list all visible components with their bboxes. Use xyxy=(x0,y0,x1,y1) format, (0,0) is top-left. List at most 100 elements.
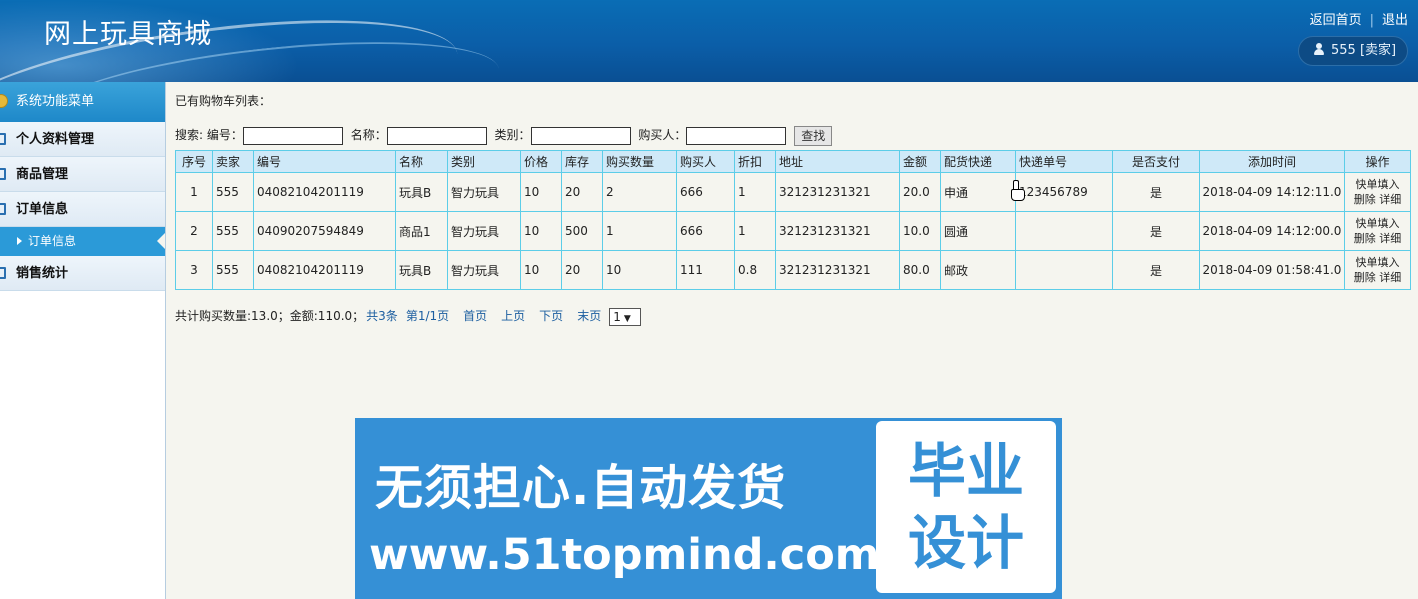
col-header: 配货快递 xyxy=(940,150,1016,173)
top-links: 返回首页 | 退出 xyxy=(1310,9,1408,28)
fill-tracking-link[interactable]: 快单填入 xyxy=(1356,217,1400,230)
sidebar-subitem-label: 订单信息 xyxy=(28,234,77,248)
table-cell: 555 xyxy=(212,172,254,212)
list-title: 已有购物车列表： xyxy=(175,94,272,108)
table-cell: 666 xyxy=(676,172,735,212)
last-page-link[interactable]: 末页 xyxy=(577,309,601,323)
table-cell: 申通 xyxy=(940,172,1016,212)
menu-icon xyxy=(0,94,8,108)
sidebar-item-label: 个人资料管理 xyxy=(16,132,95,147)
next-page-link[interactable]: 下页 xyxy=(539,309,563,323)
table-cell: 04082104201119 xyxy=(253,250,396,290)
active-notch xyxy=(157,233,165,249)
search-name-label: 名称： xyxy=(350,128,387,142)
table-cell: 玩具B xyxy=(395,172,448,212)
total-count: 共3条 xyxy=(366,309,398,323)
table-cell: 555 xyxy=(212,250,254,290)
search-category-input[interactable] xyxy=(530,126,631,145)
table-cell: 智力玩具 xyxy=(447,250,521,290)
document-icon xyxy=(0,203,6,215)
sidebar-item-profile[interactable]: 个人资料管理 xyxy=(0,122,165,157)
sidebar-item-sales-stats[interactable]: 销售统计 xyxy=(0,256,165,291)
table-cell: 10.0 xyxy=(899,211,941,251)
sidebar-item-products[interactable]: 商品管理 xyxy=(0,157,165,192)
detail-link[interactable]: 详细 xyxy=(1379,232,1401,245)
col-header: 编号 xyxy=(253,150,396,173)
col-header: 地址 xyxy=(775,150,900,173)
col-header: 卖家 xyxy=(212,150,254,173)
delete-link[interactable]: 删除 xyxy=(1354,271,1376,284)
home-link[interactable]: 返回首页 xyxy=(1310,13,1362,28)
logout-link[interactable]: 退出 xyxy=(1382,13,1408,28)
search-buyer-label: 购买人： xyxy=(638,128,687,142)
search-buyer-input[interactable] xyxy=(686,126,787,145)
table-cell: 500 xyxy=(561,211,603,251)
first-page-link[interactable]: 首页 xyxy=(463,309,487,323)
table-cell: 20 xyxy=(561,250,603,290)
table-cell: 3 xyxy=(175,250,213,290)
col-header: 名称 xyxy=(395,150,448,173)
cart-table: 序号 卖家 编号 名称 类别 价格 库存 购买数量 购买人 折扣 地址 金额 配… xyxy=(175,150,1411,290)
watermark-banner: 无须担心.自动发货 www.51topmind.com 毕业 设计 xyxy=(355,418,1062,599)
pagination: 共计购买数量:13.0；金额:110.0； 共3条 第1/1页 首页 上页 下页 末页 1 ▼ xyxy=(175,307,642,326)
sidebar-item-orders[interactable]: 订单信息 xyxy=(0,192,165,227)
table-cell: 04090207594849 xyxy=(253,211,396,251)
table-cell: 666 xyxy=(676,211,735,251)
search-name-input[interactable] xyxy=(386,126,487,145)
document-icon xyxy=(0,267,6,279)
search-id-input[interactable] xyxy=(242,126,343,145)
table-cell: 1 xyxy=(734,172,776,212)
table-cell: 04082104201119 xyxy=(253,172,396,212)
table-cell: 是 xyxy=(1112,250,1200,290)
search-category-label: 类别： xyxy=(494,128,531,142)
table-cell: 123456789 xyxy=(1015,172,1113,212)
page-info: 第1/1页 xyxy=(405,309,450,323)
purchase-summary: 共计购买数量:13.0；金额:110.0； xyxy=(175,309,365,323)
col-header: 价格 xyxy=(520,150,562,173)
page-select[interactable]: 1 ▼ xyxy=(609,307,642,326)
user-label: 555 [卖家] xyxy=(1331,43,1397,58)
user-badge[interactable]: 555 [卖家] xyxy=(1298,36,1408,66)
table-row: 1 555 04082104201119 玩具B 智力玩具 10 20 2 66… xyxy=(175,172,1411,212)
table-cell: 商品1 xyxy=(395,211,448,251)
sidebar-item-label: 销售统计 xyxy=(16,266,69,281)
sidebar: 系统功能菜单 个人资料管理 商品管理 订单信息 订单信息 销售统计 xyxy=(0,82,166,599)
table-cell: 10 xyxy=(602,250,677,290)
col-header: 购买人 xyxy=(676,150,735,173)
table-cell: 10 xyxy=(520,211,562,251)
table-cell: 0.8 xyxy=(734,250,776,290)
table-cell: 321231231321 xyxy=(775,250,900,290)
table-cell: 20 xyxy=(561,172,603,212)
table-cell: 321231231321 xyxy=(775,211,900,251)
user-icon xyxy=(1313,43,1325,55)
fill-tracking-link[interactable]: 快单填入 xyxy=(1356,178,1400,191)
badge-line-1: 毕业 xyxy=(907,437,1024,505)
detail-link[interactable]: 详细 xyxy=(1379,271,1401,284)
table-cell: 邮政 xyxy=(940,250,1016,290)
search-id-label: 搜索: 编号： xyxy=(175,128,243,142)
table-cell: 圆通 xyxy=(940,211,1016,251)
delete-link[interactable]: 删除 xyxy=(1354,232,1376,245)
col-header: 库存 xyxy=(561,150,603,173)
document-icon xyxy=(0,133,6,145)
table-cell: 玩具B xyxy=(395,250,448,290)
table-cell xyxy=(1015,250,1113,290)
table-cell: 321231231321 xyxy=(775,172,900,212)
page-select-value: 1 xyxy=(613,309,621,324)
sidebar-heading-label: 系统功能菜单 xyxy=(16,94,95,109)
table-cell: 555 xyxy=(212,211,254,251)
col-header: 快递单号 xyxy=(1015,150,1113,173)
row-actions: 快单填入删除 详细 xyxy=(1344,172,1411,212)
table-cell: 2018-04-09 14:12:11.0 xyxy=(1199,172,1345,212)
delete-link[interactable]: 删除 xyxy=(1354,193,1376,206)
table-header-row: 序号 卖家 编号 名称 类别 价格 库存 购买数量 购买人 折扣 地址 金额 配… xyxy=(175,150,1411,173)
prev-page-link[interactable]: 上页 xyxy=(501,309,525,323)
search-bar: 搜索: 编号： 名称： 类别： 购买人： 查找 xyxy=(175,125,1415,146)
detail-link[interactable]: 详细 xyxy=(1379,193,1401,206)
sidebar-subitem-orders-active[interactable]: 订单信息 xyxy=(0,227,165,256)
fill-tracking-link[interactable]: 快单填入 xyxy=(1356,256,1400,269)
caret-right-icon xyxy=(17,237,22,245)
col-header: 序号 xyxy=(175,150,213,173)
col-header: 添加时间 xyxy=(1199,150,1345,173)
search-button[interactable]: 查找 xyxy=(794,125,833,146)
